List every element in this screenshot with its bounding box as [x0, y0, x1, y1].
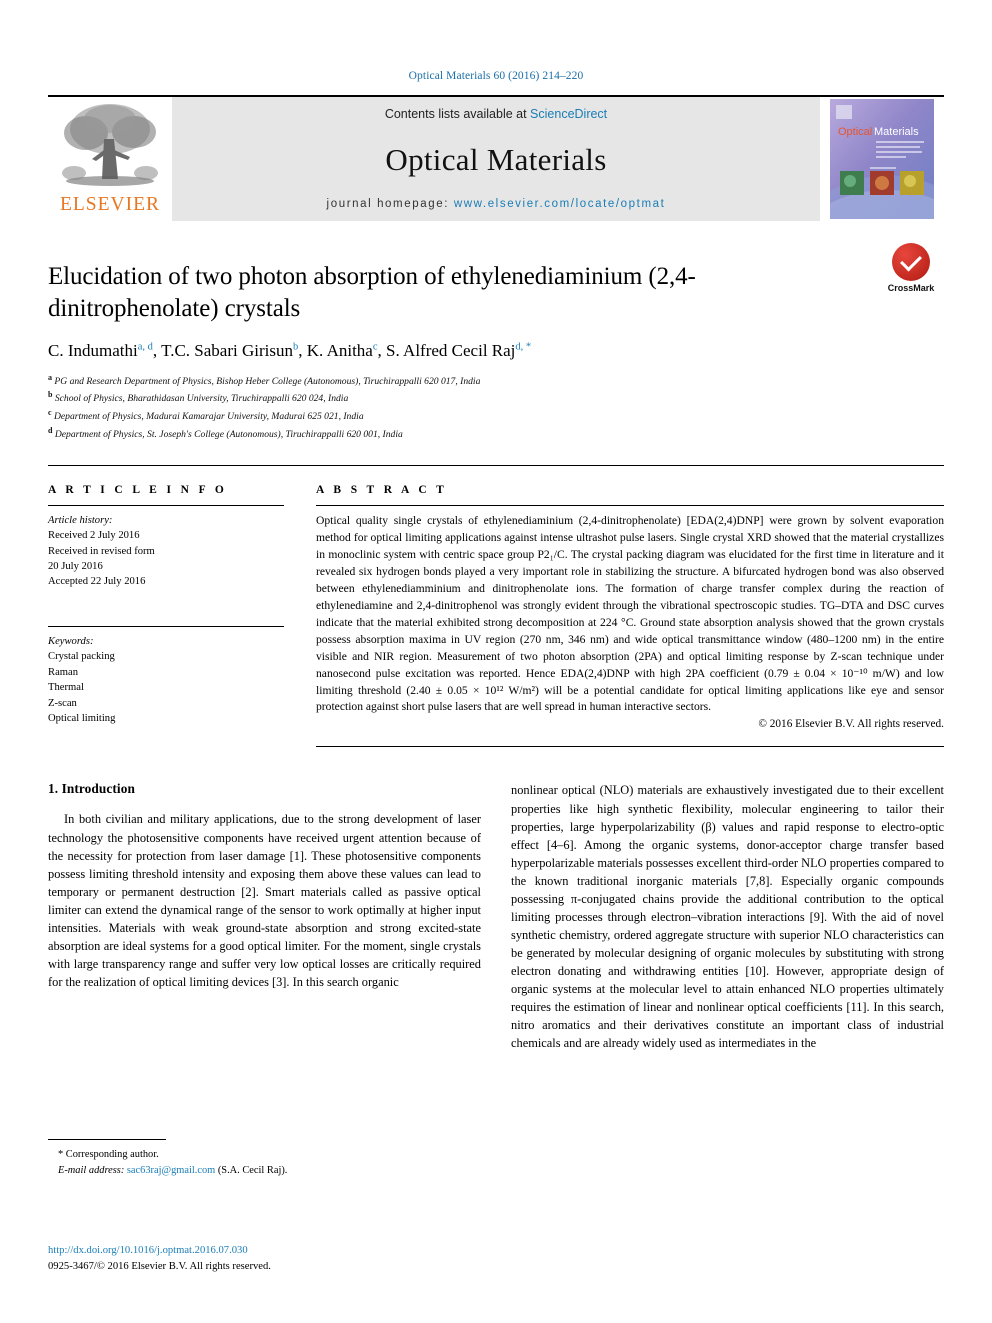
- author-name: T.C. Sabari Girisun: [161, 340, 293, 360]
- affiliation-item: c Department of Physics, Madurai Kamaraj…: [48, 407, 944, 425]
- author-entry: S. Alfred Cecil Rajd, *: [386, 341, 531, 360]
- issn-copyright-line: 0925-3467/© 2016 Elsevier B.V. All right…: [48, 1260, 271, 1272]
- elsevier-tree-icon: [62, 104, 158, 186]
- keyword-item: Raman: [48, 666, 79, 678]
- keyword-item: Z-scan: [48, 697, 77, 709]
- running-head: Optical Materials 60 (2016) 214–220: [408, 70, 584, 82]
- corresponding-author-footnote: * Corresponding author. E-mail address: …: [48, 1139, 481, 1178]
- svg-text:Materials: Materials: [874, 126, 919, 138]
- affiliation-text: School of Physics, Bharathidasan Univers…: [54, 393, 349, 405]
- article-history-block: Article history: Received 2 July 2016 Re…: [48, 513, 284, 590]
- abstract-column: A B S T R A C T Optical quality single c…: [316, 484, 944, 748]
- author-name: S. Alfred Cecil Raj: [386, 340, 516, 360]
- author-list: C. Indumathia, d, T.C. Sabari Girisunb, …: [48, 340, 944, 362]
- introduction-paragraph-left: In both civilian and military applicatio…: [48, 812, 481, 989]
- journal-banner: Contents lists available at ScienceDirec…: [172, 97, 820, 221]
- divider: [48, 625, 284, 627]
- sciencedirect-link[interactable]: ScienceDirect: [530, 107, 607, 121]
- page-footer: http://dx.doi.org/10.1016/j.optmat.2016.…: [48, 1243, 481, 1275]
- author-name: K. Anitha: [306, 340, 373, 360]
- abstract-heading: A B S T R A C T: [316, 483, 448, 496]
- svg-text:Optical: Optical: [838, 126, 872, 138]
- affiliation-list: a PG and Research Department of Physics,…: [48, 372, 944, 443]
- divider: [316, 504, 944, 506]
- author-affiliation-marks: d, *: [515, 340, 532, 352]
- keywords-label: Keywords:: [48, 635, 94, 647]
- crossmark-check-icon: [892, 243, 930, 281]
- contents-list-line: Contents lists available at ScienceDirec…: [385, 107, 607, 121]
- title-block: CrossMark Elucidation of two photon abso…: [48, 221, 944, 443]
- affiliation-mark: b: [48, 390, 53, 400]
- journal-masthead: ELSEVIER Contents lists available at Sci…: [48, 95, 944, 221]
- affiliation-text: Department of Physics, St. Joseph's Coll…: [54, 429, 403, 441]
- journal-cover-image: Optical Materials: [830, 99, 934, 219]
- abstract-text: Optical quality single crystals of ethyl…: [316, 513, 944, 714]
- affiliation-mark: d: [48, 425, 53, 435]
- article-info-column: A R T I C L E I N F O Article history: R…: [48, 484, 284, 748]
- journal-cover: Optical Materials: [820, 97, 944, 221]
- email-link[interactable]: sac63raj@gmail.com: [127, 1165, 215, 1176]
- article-history-label: Article history:: [48, 514, 113, 526]
- corresponding-author-note: * Corresponding author.: [58, 1149, 159, 1161]
- keyword-item: Crystal packing: [48, 651, 115, 663]
- journal-article-page: Optical Materials 60 (2016) 214–220 ELSE…: [0, 0, 992, 1323]
- homepage-prefix: journal homepage:: [326, 198, 454, 210]
- keyword-item: Thermal: [48, 682, 84, 694]
- body-column-right: nonlinear optical (NLO) materials are ex…: [511, 781, 944, 1052]
- divider: [316, 746, 944, 748]
- affiliation-text: PG and Research Department of Physics, B…: [54, 375, 481, 387]
- elsevier-wordmark: ELSEVIER: [59, 194, 161, 215]
- article-info-heading: A R T I C L E I N F O: [48, 483, 228, 496]
- section-heading-introduction: 1. Introduction: [48, 781, 135, 797]
- article-body: 1. Introduction In both civilian and mil…: [48, 781, 944, 1176]
- article-history-item: 20 July 2016: [48, 561, 103, 573]
- journal-homepage-link[interactable]: www.elsevier.com/locate/optmat: [454, 198, 666, 210]
- author-affiliation-marks: a, d: [137, 340, 153, 352]
- author-entry: T.C. Sabari Girisunb,: [161, 341, 307, 360]
- keyword-item: Optical limiting: [48, 713, 116, 725]
- crossmark-badge[interactable]: CrossMark: [878, 243, 944, 293]
- author-entry: C. Indumathia, d,: [48, 341, 161, 360]
- keywords-block: Keywords: Crystal packing Raman Thermal …: [48, 625, 284, 727]
- doi-link[interactable]: http://dx.doi.org/10.1016/j.optmat.2016.…: [48, 1245, 248, 1256]
- page-title: Elucidation of two photon absorption of …: [48, 263, 696, 323]
- affiliation-item: d Department of Physics, St. Joseph's Co…: [48, 425, 944, 443]
- affiliation-text: Department of Physics, Madurai Kamarajar…: [53, 411, 364, 423]
- journal-homepage-line: journal homepage: www.elsevier.com/locat…: [327, 198, 666, 210]
- article-history-item: Received 2 July 2016: [48, 530, 140, 542]
- body-column-left: 1. Introduction In both civilian and mil…: [48, 781, 481, 1176]
- footnote-divider: [48, 1139, 166, 1141]
- author-separator: ,: [377, 340, 387, 360]
- email-owner: (S.A. Cecil Raj).: [217, 1165, 288, 1177]
- crossmark-label: CrossMark: [887, 283, 935, 293]
- divider: [48, 504, 284, 506]
- abstract-copyright: © 2016 Elsevier B.V. All rights reserved…: [758, 718, 944, 731]
- introduction-paragraph-right: nonlinear optical (NLO) materials are ex…: [511, 783, 944, 1051]
- contents-prefix: Contents lists available at: [384, 107, 531, 121]
- article-history-item: Accepted 22 July 2016: [48, 576, 146, 588]
- info-abstract-section: A R T I C L E I N F O Article history: R…: [48, 464, 944, 748]
- affiliation-item: b School of Physics, Bharathidasan Unive…: [48, 389, 944, 407]
- author-entry: K. Anithac,: [307, 341, 386, 360]
- author-separator: ,: [298, 340, 307, 360]
- affiliation-mark: a: [48, 372, 52, 382]
- email-line: E-mail address: sac63raj@gmail.com (S.A.…: [48, 1163, 481, 1179]
- author-separator: ,: [152, 340, 162, 360]
- affiliation-mark: c: [48, 408, 52, 418]
- article-history-item: Received in revised form: [48, 545, 155, 557]
- journal-title: Optical Materials: [385, 141, 607, 177]
- affiliation-item: a PG and Research Department of Physics,…: [48, 372, 944, 390]
- author-name: C. Indumathi: [48, 340, 138, 360]
- elsevier-logo: ELSEVIER: [48, 97, 172, 221]
- email-label: E-mail address:: [58, 1165, 125, 1177]
